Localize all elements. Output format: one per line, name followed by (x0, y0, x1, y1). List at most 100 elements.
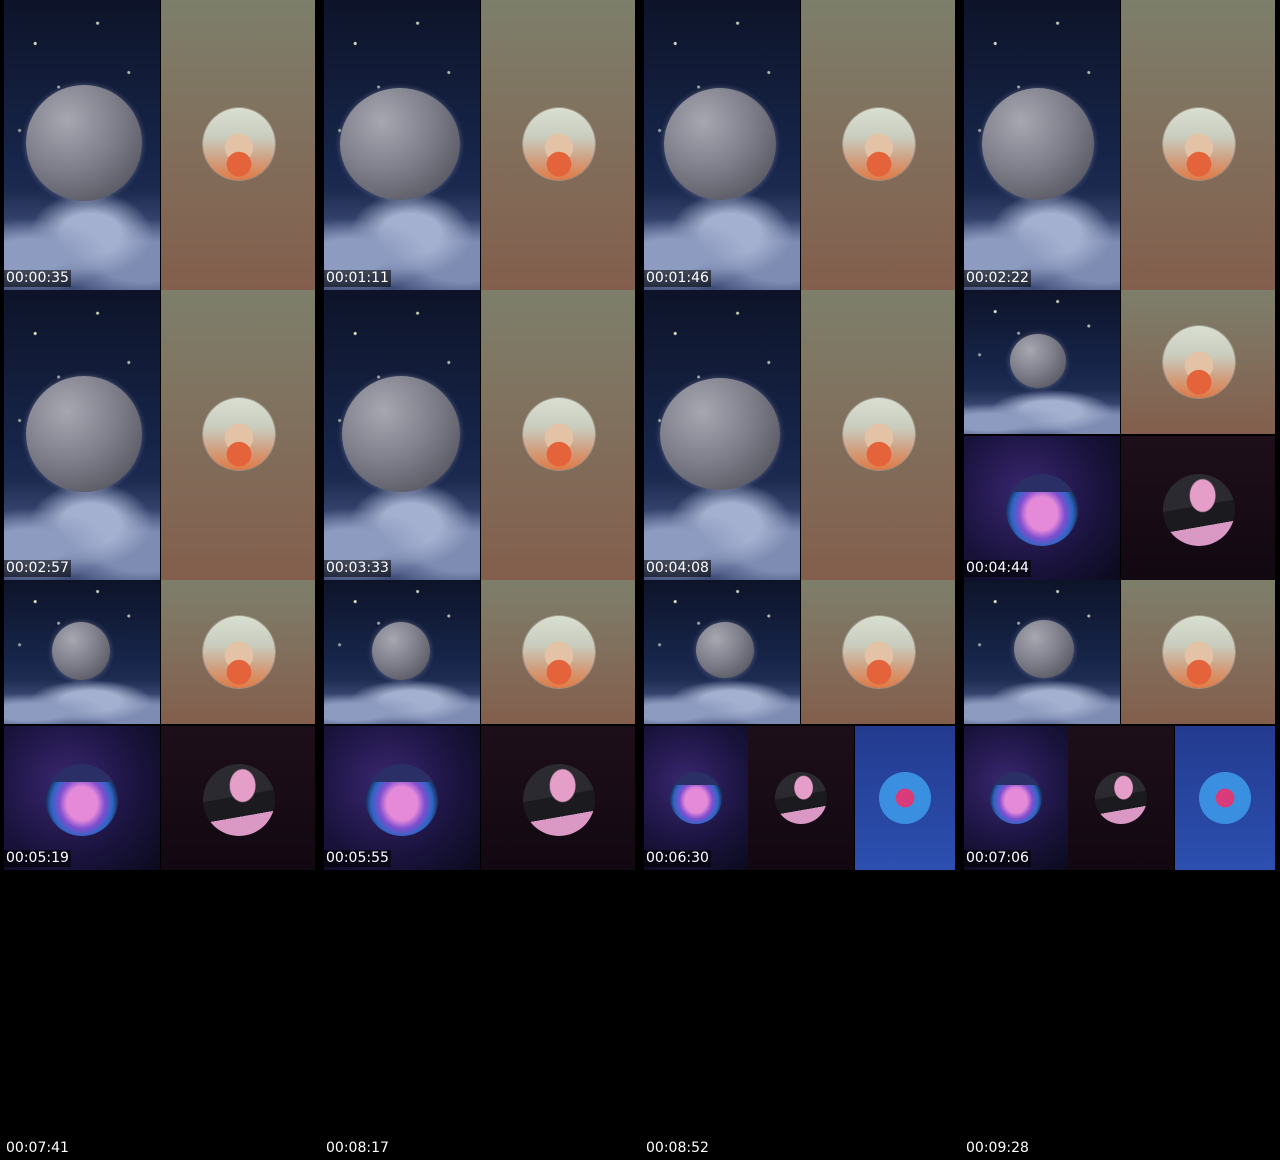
thumbnail[interactable]: 00:07:06 (960, 580, 1280, 870)
cat-image (1163, 474, 1235, 546)
moon-image (664, 88, 776, 200)
timestamp: 00:02:22 (964, 270, 1031, 287)
moon-image (1010, 334, 1066, 388)
selfie-panel (1121, 580, 1275, 724)
car-panel (324, 726, 480, 870)
moon-image (372, 622, 430, 680)
face-image (523, 108, 595, 180)
timestamp: 00:01:11 (324, 270, 391, 287)
car-image (670, 772, 722, 824)
moon-image (982, 88, 1094, 200)
face-image (843, 398, 915, 470)
car-panel (964, 726, 1068, 870)
car-image (46, 764, 118, 836)
car-image (990, 772, 1042, 824)
face-image (523, 616, 595, 688)
timestamp: 00:00:35 (4, 270, 71, 287)
timestamp: 00:06:30 (644, 850, 711, 867)
thumbnail[interactable]: 00:04:08 (640, 290, 960, 580)
cat-panel (161, 726, 315, 870)
car-image (366, 764, 438, 836)
cat-panel (1121, 436, 1275, 580)
moon-scene (964, 580, 1120, 724)
face-image (1163, 326, 1235, 398)
timestamp: 00:05:55 (324, 850, 391, 867)
thumbnail[interactable]: 00:06:30 (640, 580, 960, 870)
timestamp: 00:08:52 (644, 1140, 711, 1157)
thumbnail[interactable]: 00:02:22 (960, 0, 1280, 290)
selfie-panel (161, 580, 315, 724)
timestamp: 00:02:57 (4, 560, 71, 577)
selfie-panel (1121, 290, 1275, 434)
moon-scene (644, 580, 800, 724)
flower-image (1199, 772, 1251, 824)
thumbnail[interactable]: 00:05:55 (320, 580, 640, 870)
thumbnail[interactable]: 00:07:41 (0, 870, 320, 1160)
selfie-panel (1121, 0, 1275, 290)
timestamp: 00:01:46 (644, 270, 711, 287)
cat-panel (748, 726, 854, 870)
moon-image (1014, 620, 1074, 678)
thumbnail[interactable]: 00:08:17 (320, 870, 640, 1160)
face-image (203, 398, 275, 470)
face-image (843, 108, 915, 180)
thumbnail[interactable]: 00:09:28 (960, 870, 1280, 1160)
moon-scene (4, 580, 160, 724)
timestamp: 00:08:17 (324, 1140, 391, 1157)
moon-image (26, 85, 142, 201)
flower-image (879, 772, 931, 824)
timestamp: 00:04:08 (644, 560, 711, 577)
moon-image (696, 622, 754, 678)
flower-panel (855, 726, 955, 870)
face-image (1163, 108, 1235, 180)
face-image (843, 616, 915, 688)
face-image (203, 108, 275, 180)
thumbnail[interactable]: 00:01:11 (320, 0, 640, 290)
moon-image (26, 376, 142, 492)
moon-image (52, 622, 110, 680)
cat-image (203, 764, 275, 836)
cat-panel (1068, 726, 1174, 870)
moon-image (660, 378, 780, 490)
thumbnail-grid: 00:00:35 00:01:11 00:01:46 00:02:22 00:0… (0, 0, 1280, 1160)
thumbnail[interactable]: 00:05:19 (0, 580, 320, 870)
timestamp: 00:05:19 (4, 850, 71, 867)
cat-image (523, 764, 595, 836)
car-panel (644, 726, 748, 870)
moon-image (342, 376, 460, 492)
thumbnail[interactable]: 00:08:52 (640, 870, 960, 1160)
timestamp: 00:07:06 (964, 850, 1031, 867)
timestamp: 00:04:44 (964, 560, 1031, 577)
face-image (523, 398, 595, 470)
cat-image (1095, 772, 1147, 824)
cat-panel (481, 726, 635, 870)
timestamp: 00:09:28 (964, 1140, 1031, 1157)
selfie-panel (161, 0, 315, 290)
thumbnail[interactable]: 00:02:57 (0, 290, 320, 580)
moon-scene (324, 0, 480, 290)
thumbnail[interactable]: 00:03:33 (320, 290, 640, 580)
selfie-panel (801, 580, 955, 724)
moon-image (340, 88, 460, 200)
timestamp: 00:07:41 (4, 1140, 71, 1157)
cat-image (775, 772, 827, 824)
car-panel (4, 726, 160, 870)
selfie-panel (801, 0, 955, 290)
flower-panel (1175, 726, 1275, 870)
moon-scene (644, 290, 800, 580)
selfie-panel (801, 290, 955, 580)
moon-scene (324, 290, 480, 580)
thumbnail[interactable]: 00:04:44 (960, 290, 1280, 580)
car-panel (964, 436, 1120, 580)
moon-scene (964, 290, 1120, 434)
selfie-panel (481, 580, 635, 724)
selfie-panel (481, 0, 635, 290)
moon-scene (4, 0, 160, 290)
selfie-panel (481, 290, 635, 580)
face-image (203, 616, 275, 688)
thumbnail[interactable]: 00:00:35 (0, 0, 320, 290)
moon-scene (964, 0, 1120, 290)
car-image (1006, 474, 1078, 546)
face-image (1163, 616, 1235, 688)
thumbnail[interactable]: 00:01:46 (640, 0, 960, 290)
